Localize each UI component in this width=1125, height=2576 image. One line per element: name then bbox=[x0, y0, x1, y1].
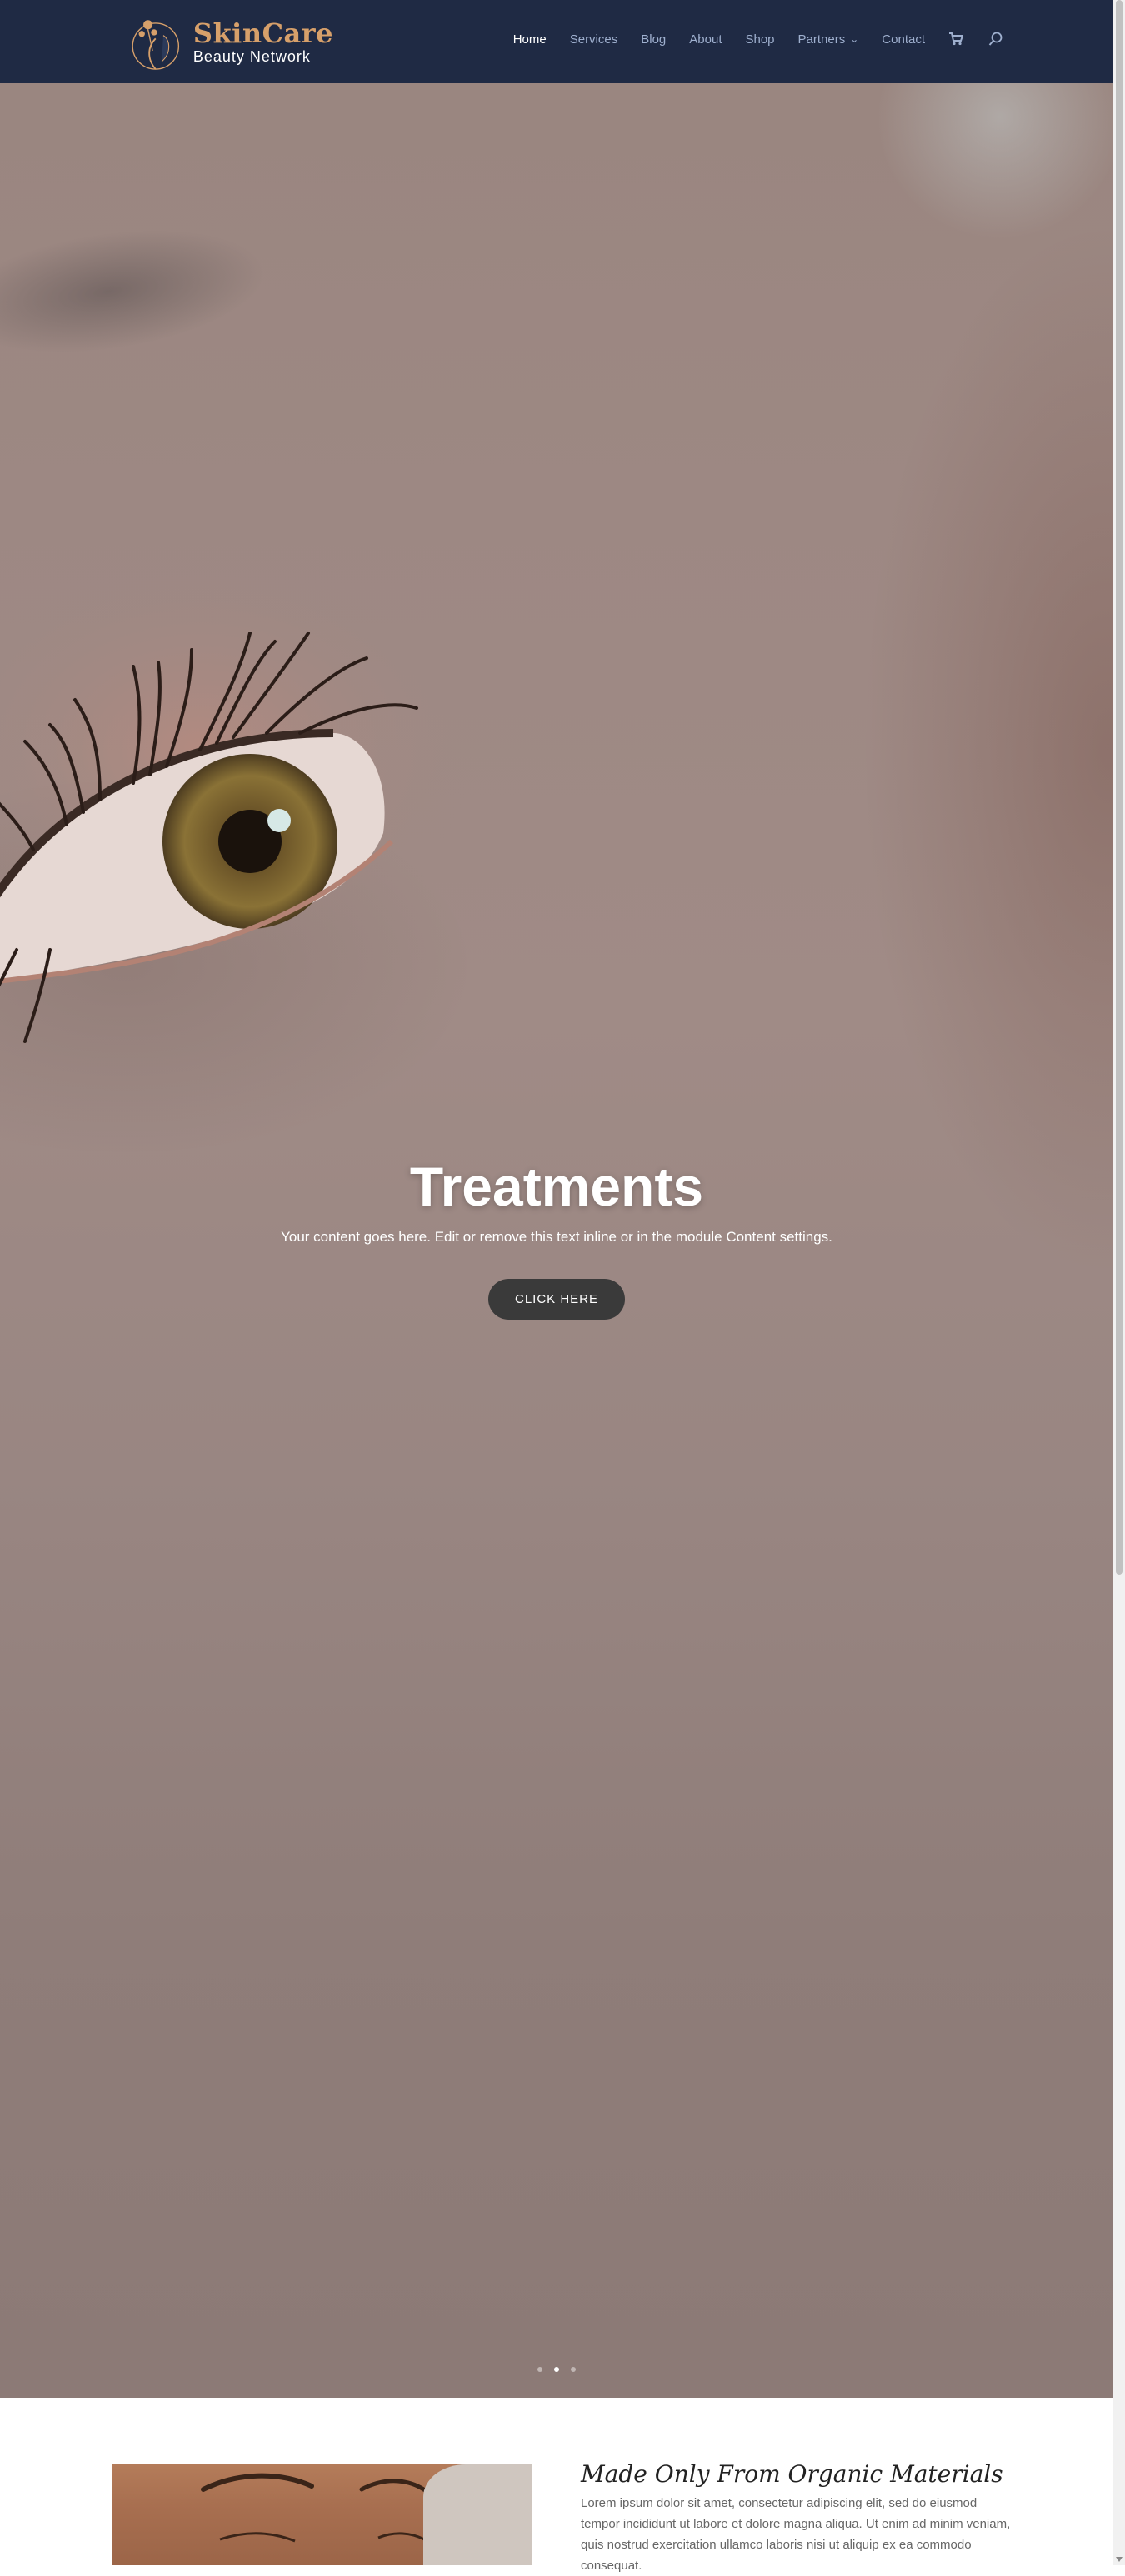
slider-dot-2[interactable] bbox=[554, 2367, 559, 2372]
site-logo[interactable]: SkinCare Beauty Network bbox=[125, 8, 333, 75]
nav-item-partners-label: Partners bbox=[798, 32, 846, 47]
section-text: Made Only From Organic Materials Lorem i… bbox=[581, 2460, 1014, 2576]
hero-content: Treatments Your content goes here. Edit … bbox=[0, 1154, 1113, 1320]
section-body: Lorem ipsum dolor sit amet, consectetur … bbox=[581, 2496, 1011, 2573]
nav-item-blog[interactable]: Blog bbox=[641, 32, 666, 47]
slider-pagination bbox=[0, 2361, 1113, 2376]
slider-dot-1[interactable] bbox=[537, 2367, 542, 2372]
nav-item-shop[interactable]: Shop bbox=[745, 32, 774, 47]
scroll-down-icon[interactable] bbox=[1116, 2557, 1122, 2562]
hero-slider: Treatments Your content goes here. Edit … bbox=[0, 83, 1113, 2398]
nav-item-about[interactable]: About bbox=[689, 32, 722, 47]
hero-cta-button[interactable]: CLICK HERE bbox=[488, 1279, 626, 1320]
page-scrollbar[interactable] bbox=[1113, 0, 1125, 2565]
logo-subtitle: Beauty Network bbox=[192, 48, 311, 65]
hero-image-brow bbox=[0, 212, 273, 372]
nav-item-home[interactable]: Home bbox=[513, 32, 547, 47]
section-image-background bbox=[423, 2464, 532, 2565]
section-title: Made Only From Organic Materials bbox=[581, 2460, 1003, 2488]
chevron-down-icon: ⌄ bbox=[850, 33, 859, 45]
logo-title: SkinCare bbox=[192, 17, 333, 49]
cart-icon[interactable] bbox=[947, 30, 965, 48]
nav-item-services[interactable]: Services bbox=[570, 32, 618, 47]
main-nav: Home Services Blog About Shop Partners ⌄… bbox=[490, 30, 1005, 48]
slider-dot-3[interactable] bbox=[571, 2367, 577, 2372]
site-header: SkinCare Beauty Network Home Services Bl… bbox=[0, 0, 1113, 84]
scrollbar-thumb[interactable] bbox=[1116, 0, 1122, 1575]
hero-image-highlight bbox=[867, 83, 1113, 250]
nav-item-contact[interactable]: Contact bbox=[882, 32, 925, 47]
hero-text: Your content goes here. Edit or remove t… bbox=[281, 1229, 832, 1245]
hero-title: Treatments bbox=[409, 1156, 704, 1217]
search-icon[interactable] bbox=[987, 30, 1005, 48]
logo-text: SkinCare Beauty Network bbox=[193, 18, 333, 65]
nav-item-partners[interactable]: Partners ⌄ bbox=[798, 32, 859, 47]
logo-flower-icon bbox=[132, 20, 180, 70]
section-image bbox=[112, 2464, 532, 2565]
organic-section: Made Only From Organic Materials Lorem i… bbox=[0, 2398, 1113, 2573]
hero-eye-image bbox=[0, 550, 475, 1043]
